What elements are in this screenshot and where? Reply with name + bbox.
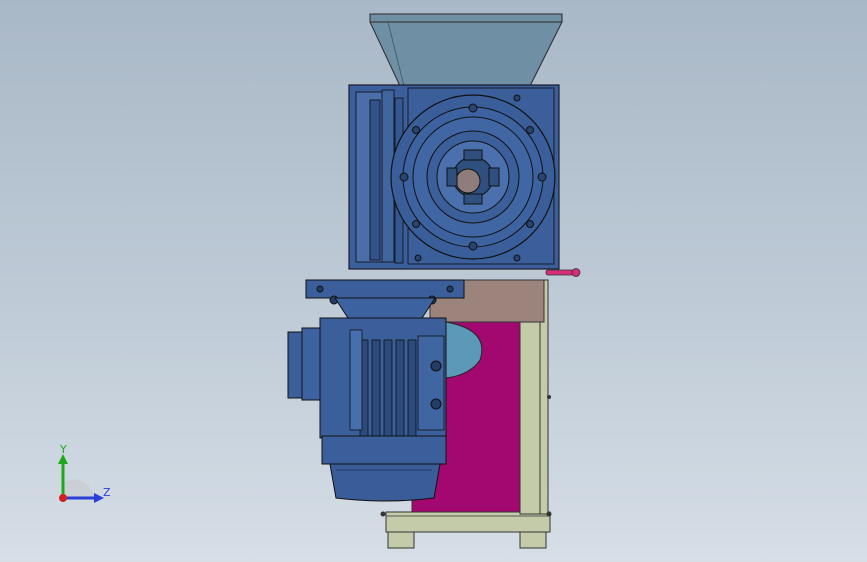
frame-leg-left — [387, 529, 415, 549]
axis-label-y: Y — [60, 443, 67, 456]
cad-model[interactable] — [0, 0, 867, 562]
frame-base-rail — [385, 511, 551, 533]
gearbox — [348, 84, 560, 270]
handle — [545, 268, 581, 277]
hopper — [369, 13, 563, 87]
axis-label-z: Z — [103, 486, 111, 499]
graphics-viewport[interactable]: Y Z — [0, 0, 867, 562]
frame-leg-right — [519, 529, 547, 549]
